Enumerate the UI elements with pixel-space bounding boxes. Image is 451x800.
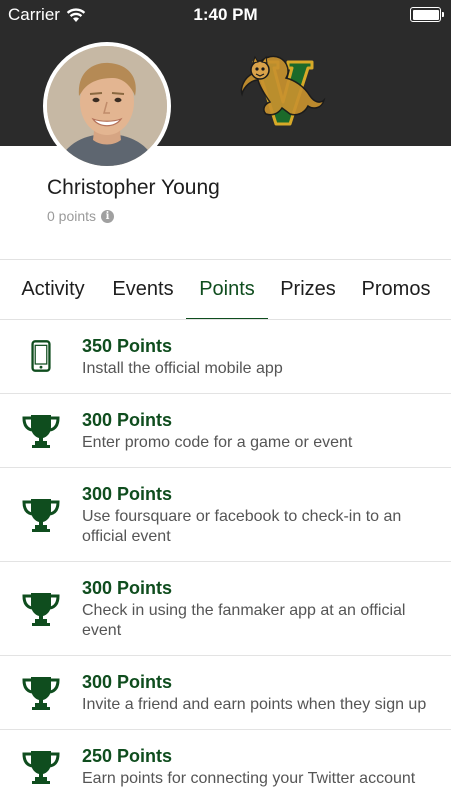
points-description: Earn points for connecting your Twitter … [82,770,416,787]
status-bar: Carrier 1:40 PM [0,0,451,30]
avatar[interactable] [43,42,171,170]
points-description: Invite a friend and earn points when the… [82,696,427,713]
profile-points-label: 0 points [47,208,97,224]
profile-points: 0 points i [47,208,115,224]
tab-points[interactable]: Points [186,260,268,320]
points-list: 350 Points Install the official mobile a… [0,320,451,800]
tab-bar: Activity Events Points Prizes Promos [0,260,451,320]
list-item[interactable]: 300 Points Invite a friend and earn poin… [0,656,451,730]
points-description: Install the official mobile app [82,360,283,377]
screen: Carrier 1:40 PM Christopher Young 0 poin… [0,0,451,800]
clock: 1:40 PM [193,5,258,24]
list-item[interactable]: 300 Points Enter promo code for a game o… [0,394,451,468]
list-item[interactable]: 350 Points Install the official mobile a… [0,320,451,394]
points-description: Check in using the fanmaker app at an of… [82,602,406,639]
trophy-icon [20,673,62,713]
tab-promos[interactable]: Promos [352,260,440,319]
points-title: 300 Points [82,410,173,430]
team-logo [238,44,328,130]
points-title: 300 Points [82,672,173,692]
points-title: 350 Points [82,336,173,356]
list-item[interactable]: 250 Points Earn points for connecting yo… [0,730,451,800]
trophy-icon [20,411,62,451]
tab-activity[interactable]: Activity [8,260,98,319]
points-title: 250 Points [82,746,173,766]
profile-name: Christopher Young [47,176,220,199]
points-title: 300 Points [82,578,173,598]
phone-icon [20,336,62,376]
trophy-icon [20,747,62,787]
points-description: Enter promo code for a game or event [82,434,353,451]
tab-prizes[interactable]: Prizes [274,260,342,319]
list-item[interactable]: 300 Points Check in using the fanmaker a… [0,562,451,656]
info-icon[interactable]: i [101,209,115,223]
trophy-icon [20,495,62,535]
trophy-icon [20,589,62,629]
battery-icon [410,7,444,22]
points-description: Use foursquare or facebook to check-in t… [82,508,402,545]
list-item[interactable]: 300 Points Use foursquare or facebook to… [0,468,451,562]
points-title: 300 Points [82,484,173,504]
tab-events[interactable]: Events [104,260,182,319]
